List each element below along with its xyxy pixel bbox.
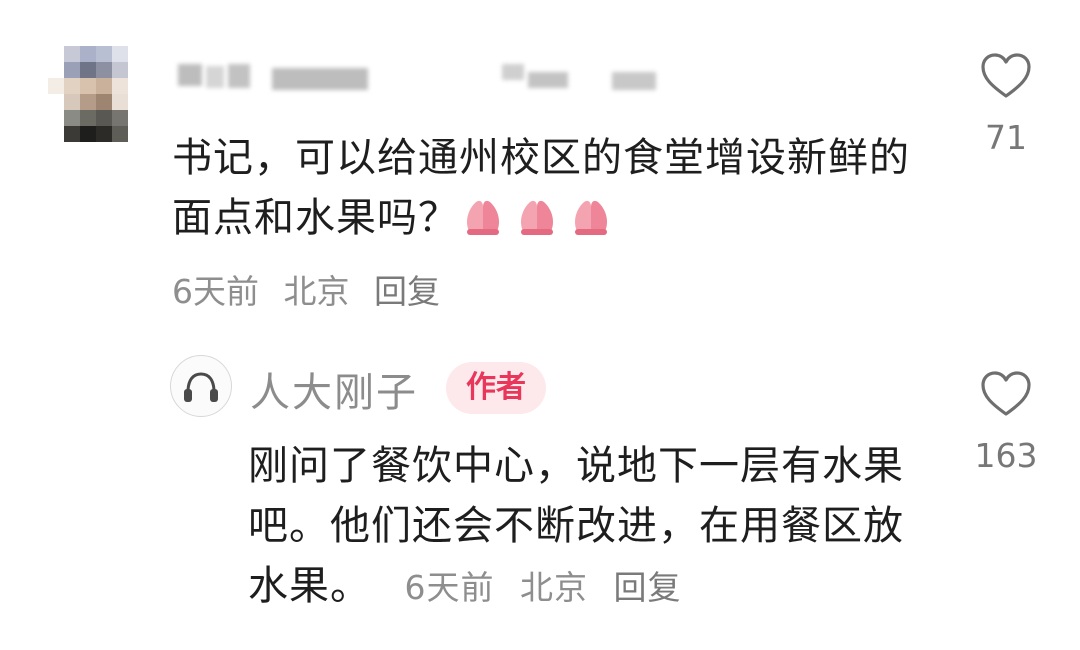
praying-hands-icon (461, 193, 621, 254)
headphones-icon (184, 372, 218, 402)
reply-location: 北京 (520, 568, 588, 607)
reply-like: 163 (966, 370, 1046, 475)
reply-text: 刚问了餐饮中心，说地下一层有水果吧。他们还会不断改进，在用餐区放水果。 6天前 … (248, 436, 908, 618)
heart-outline-icon[interactable] (980, 52, 1032, 100)
author-name[interactable]: 人大刚子 (250, 360, 418, 418)
comment-reply-button[interactable]: 回复 (374, 272, 440, 311)
comment-like-count: 71 (985, 118, 1027, 157)
heart-outline-icon[interactable] (980, 370, 1032, 418)
reply-meta: 6天前 北京 回复 (393, 568, 696, 607)
comment-like: 71 (966, 52, 1046, 157)
author-badge: 作者 (446, 362, 546, 414)
comment-text: 书记，可以给通州校区的食堂增设新鲜的面点和水果吗？ (172, 128, 932, 254)
comment-meta: 6天前 北京 回复 (172, 265, 454, 313)
author-avatar[interactable] (170, 355, 232, 417)
reply-reply-button[interactable]: 回复 (614, 568, 682, 607)
commenter-username-redacted (172, 62, 672, 94)
comment-time: 6天前 (172, 272, 259, 311)
reply-time: 6天前 (404, 568, 495, 607)
commenter-avatar[interactable] (48, 46, 144, 142)
reply-like-count: 163 (974, 436, 1038, 475)
comment-location: 北京 (283, 272, 350, 311)
